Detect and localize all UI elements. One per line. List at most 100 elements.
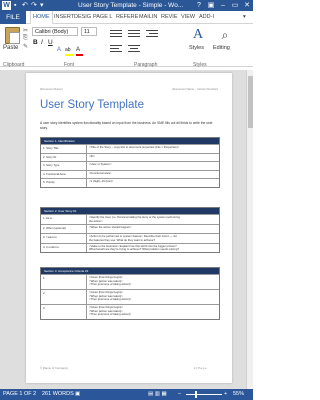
row-label: 1. As a... (41, 215, 87, 224)
tab-mailings[interactable]: MAILIN (139, 11, 157, 24)
tab-references[interactable]: REFERE (116, 11, 138, 24)
row-value: <Title of the Story – copy this to docum… (89, 145, 180, 149)
font-name-select[interactable]: Calibri (Body) (32, 27, 78, 36)
page-header: [Document Name] [Document Name – Version… (40, 87, 218, 91)
intro-paragraph: A user story identifies system functiona… (40, 121, 213, 130)
tab-view[interactable]: VIEW (181, 11, 195, 24)
word-count[interactable]: 261 WORDS (42, 391, 74, 398)
scrollbar-thumb[interactable] (248, 76, 253, 128)
row-value: <Given [how things begin]> <When [action… (89, 305, 132, 317)
tab-add-ins[interactable]: ADD-I (199, 11, 214, 24)
header-right: [Document Name – Version Number] (172, 87, 218, 91)
font-size-select[interactable]: 11 (81, 27, 97, 36)
row-label: 1. (41, 275, 87, 289)
document-area[interactable]: [Document Name] [Document Name – Version… (0, 70, 253, 389)
paste-button[interactable]: Paste (3, 45, 18, 51)
identification-table: Section 1. Identification 1. Story Title… (40, 137, 220, 188)
close-button[interactable]: ✕ (241, 0, 253, 11)
zoom-slider[interactable] (186, 394, 222, 395)
footer-company: © [Name of Company] (40, 366, 68, 370)
restore-button[interactable]: ▭ (229, 0, 241, 11)
editing-icon[interactable]: ⌕ (218, 28, 232, 42)
row-value: <Functional area> (89, 170, 112, 175)
save-icon[interactable]: ▪ (14, 1, 16, 10)
help-icon[interactable]: ? (193, 0, 205, 11)
vertical-scrollbar[interactable] (246, 70, 253, 389)
tab-scroll-icon[interactable]: ▾ (243, 11, 246, 24)
highlight-color-bar (65, 54, 73, 56)
row-label: 3. Story Type (41, 162, 87, 170)
ribbon-tabs: FILE HOME INSERT DESIG PAGE L REFERE MAI… (0, 11, 253, 24)
word-app-icon[interactable]: W (2, 1, 11, 10)
group-label-paragraph: Paragraph (134, 62, 158, 68)
table-row: 1. <Given [how things begin]> <When [act… (41, 274, 219, 289)
row-label: 5. Priority (41, 179, 87, 187)
font-color-bar (76, 54, 83, 56)
zoom-level[interactable]: 55% (233, 391, 244, 398)
group-label-styles: Styles (193, 62, 207, 68)
zoom-out-button[interactable]: – (178, 391, 181, 398)
row-label: 2. When (optional) (41, 224, 87, 233)
row-value: <User or System> (89, 162, 112, 167)
ribbon-group-labels: Clipboard Font Paragraph Styles (0, 62, 253, 70)
copy-icon[interactable]: ⎘ (23, 35, 28, 42)
row-value: <Given [how things begin]> <When [action… (89, 275, 132, 287)
underline-button[interactable]: U (48, 39, 53, 46)
table-row: 1. As a... <Identify the User (i.e. Pers… (41, 214, 219, 224)
row-value: <Identify the User (i.e. Persona) tellin… (89, 215, 180, 223)
tab-design[interactable]: DESIG (74, 11, 91, 24)
row-label: 4. In order to (41, 243, 87, 252)
tab-insert[interactable]: INSERT (54, 11, 74, 24)
row-label: 4. Functional Area (41, 170, 87, 179)
table-row: 4. Functional Area <Functional area> (41, 169, 219, 179)
tab-page-layout[interactable]: PAGE L (93, 11, 112, 24)
ribbon-display-options-icon[interactable]: ▣ (205, 0, 217, 11)
row-value: <When the action should happen> (89, 224, 132, 229)
document-page[interactable]: [Document Name] [Document Name – Version… (26, 73, 232, 383)
text-effects-button[interactable]: A (57, 47, 61, 53)
view-mode-icons[interactable]: ▤ ▥ ▦ (148, 391, 167, 398)
user-story-table: Section 2. User Story #1 1. As a... <Ide… (40, 207, 220, 253)
customize-qat-icon[interactable]: ▾ (40, 1, 44, 10)
styles-button[interactable]: Styles (189, 45, 204, 51)
font-color-button[interactable]: A (76, 47, 80, 53)
zoom-in-button[interactable]: + (224, 391, 227, 398)
table-row: 3. Story Type <User or System> (41, 161, 219, 170)
footer-page-number: 2 | P a g e (194, 366, 207, 370)
tab-review[interactable]: REVIE (161, 11, 178, 24)
proofing-icon[interactable]: ▣ (75, 391, 80, 398)
row-label: 1. Story Title (41, 145, 87, 153)
title-bar: W ▪ ↶ ↷ ▾ User Story Template - Simple -… (0, 0, 253, 11)
table-row: 5. Priority <1 (high)–10 (low)> (41, 178, 219, 187)
styles-icon[interactable]: A (191, 27, 205, 43)
group-label-clipboard: Clipboard (3, 62, 25, 68)
zoom-slider-thumb[interactable] (194, 391, 197, 398)
undo-icon[interactable]: ↶ (22, 1, 28, 10)
paste-icon[interactable] (5, 27, 20, 44)
row-value: <Action to be performed or system featur… (89, 234, 177, 242)
tab-file[interactable]: FILE (0, 11, 26, 24)
document-title: User Story Template (40, 99, 144, 111)
row-label: 2. Story ID (41, 153, 87, 162)
row-value: <ID> (89, 153, 96, 158)
tab-home[interactable]: HOME (30, 11, 53, 24)
group-label-font: Font (64, 62, 75, 68)
cut-icon[interactable]: ✂ (23, 27, 28, 34)
row-label: 2. (41, 290, 87, 304)
highlight-button[interactable]: ab (65, 47, 71, 53)
format-painter-icon[interactable]: ✎ (23, 43, 28, 50)
ribbon: Paste ✂ ⎘ ✎ Calibri (Body) 11 B I U A ab… (0, 24, 253, 67)
table-row: 2. Story ID <ID> (41, 152, 219, 162)
table-row: 4. In order to <Value to the business> E… (41, 242, 219, 252)
status-bar: PAGE 1 OF 2 261 WORDS ▣ ▤ ▥ ▦ – + 55% (0, 389, 253, 400)
editing-button[interactable]: Editing (213, 45, 230, 51)
row-value: <1 (high)–10 (low)> (89, 179, 114, 184)
page-count[interactable]: PAGE 1 OF 2 (3, 391, 36, 398)
table-row: 1. Story Title <Title of the Story – cop… (41, 144, 219, 153)
redo-icon[interactable]: ↷ (31, 1, 37, 10)
row-label: 3. I want to (41, 234, 87, 243)
table-row: 3. <Given [how things begin]> <When [act… (41, 304, 219, 319)
bold-button[interactable]: B (33, 39, 38, 46)
minimize-button[interactable]: – (217, 0, 229, 11)
italic-button[interactable]: I (41, 39, 43, 46)
